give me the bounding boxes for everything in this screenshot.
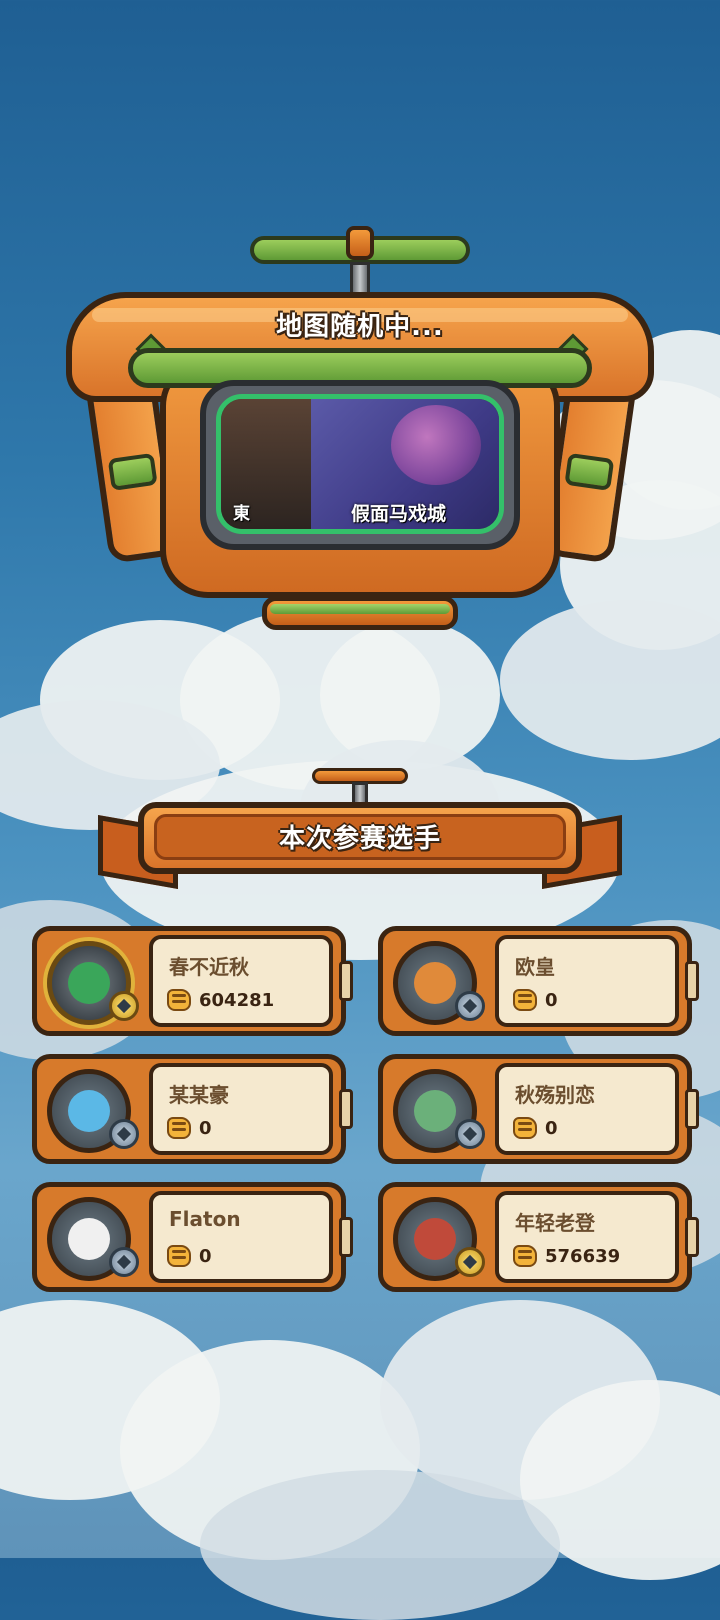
player-name: 秋殇别恋 xyxy=(515,1083,595,1107)
player-score-row: 576639 xyxy=(513,1245,620,1267)
status-title: 地图随机中... xyxy=(276,312,444,342)
map-roulette-airship: 東 假面马戏城 地图随机中... xyxy=(0,0,720,660)
map-name-current: 假面马戏城 xyxy=(351,503,447,525)
rank-badge-icon xyxy=(455,1119,485,1149)
player-info: 年轻老登 576639 xyxy=(495,1191,679,1283)
map-preview-screen: 東 假面马戏城 xyxy=(216,394,504,534)
map-preview-art xyxy=(391,405,481,485)
arm-clip xyxy=(107,452,158,491)
avatar-face xyxy=(68,1218,110,1260)
player-name: 春不近秋 xyxy=(169,955,249,979)
player-name: Flaton xyxy=(169,1207,241,1231)
player-score-row: 0 xyxy=(167,1245,212,1267)
player-grid: 春不近秋 604281 欧皇 0 某某豪 0 秋殇别恋 0 Flaton 0 年… xyxy=(32,926,699,1292)
player-card[interactable]: 欧皇 0 xyxy=(378,926,699,1036)
fist-icon xyxy=(167,1245,191,1267)
fist-icon xyxy=(513,1245,537,1267)
player-info: Flaton 0 xyxy=(149,1191,333,1283)
player-score: 0 xyxy=(199,1245,212,1267)
player-score-row: 0 xyxy=(513,989,558,1011)
rank-badge-icon xyxy=(109,1247,139,1277)
player-info: 某某豪 0 xyxy=(149,1063,333,1155)
player-score: 0 xyxy=(545,989,558,1011)
player-name: 年轻老登 xyxy=(515,1211,595,1235)
fist-icon xyxy=(167,989,191,1011)
player-score: 0 xyxy=(545,1117,558,1139)
rank-badge-icon xyxy=(455,991,485,1021)
player-score: 576639 xyxy=(545,1245,621,1267)
avatar-face xyxy=(68,1090,110,1132)
player-name: 某某豪 xyxy=(169,1083,229,1107)
player-card[interactable]: 年轻老登 576639 xyxy=(378,1182,699,1292)
player-score-row: 0 xyxy=(167,1117,212,1139)
rank-badge-icon xyxy=(455,1247,485,1277)
fist-icon xyxy=(513,989,537,1011)
player-card[interactable]: 某某豪 0 xyxy=(32,1054,353,1164)
player-card[interactable]: 春不近秋 604281 xyxy=(32,926,353,1036)
fist-icon xyxy=(513,1117,537,1139)
player-score-row: 0 xyxy=(513,1117,558,1139)
player-score-row: 604281 xyxy=(167,989,274,1011)
avatar-face xyxy=(414,962,456,1004)
airship-bottom-stripe xyxy=(270,604,450,614)
rank-badge-icon xyxy=(109,1119,139,1149)
player-info: 春不近秋 604281 xyxy=(149,935,333,1027)
player-info: 欧皇 0 xyxy=(495,935,679,1027)
player-score: 604281 xyxy=(199,989,275,1011)
player-card[interactable]: 秋殇别恋 0 xyxy=(378,1054,699,1164)
avatar-face xyxy=(68,962,110,1004)
player-info: 秋殇别恋 0 xyxy=(495,1063,679,1155)
avatar-face xyxy=(414,1090,456,1132)
avatar-face xyxy=(414,1218,456,1260)
propeller-hub xyxy=(346,226,374,260)
participants-title: 本次参赛选手 xyxy=(278,824,441,854)
player-score: 0 xyxy=(199,1117,212,1139)
player-card[interactable]: Flaton 0 xyxy=(32,1182,353,1292)
rank-badge-icon xyxy=(109,991,139,1021)
player-name: 欧皇 xyxy=(515,955,555,979)
map-name-left: 東 xyxy=(233,504,250,524)
arm-clip xyxy=(564,452,615,491)
fist-icon xyxy=(167,1117,191,1139)
